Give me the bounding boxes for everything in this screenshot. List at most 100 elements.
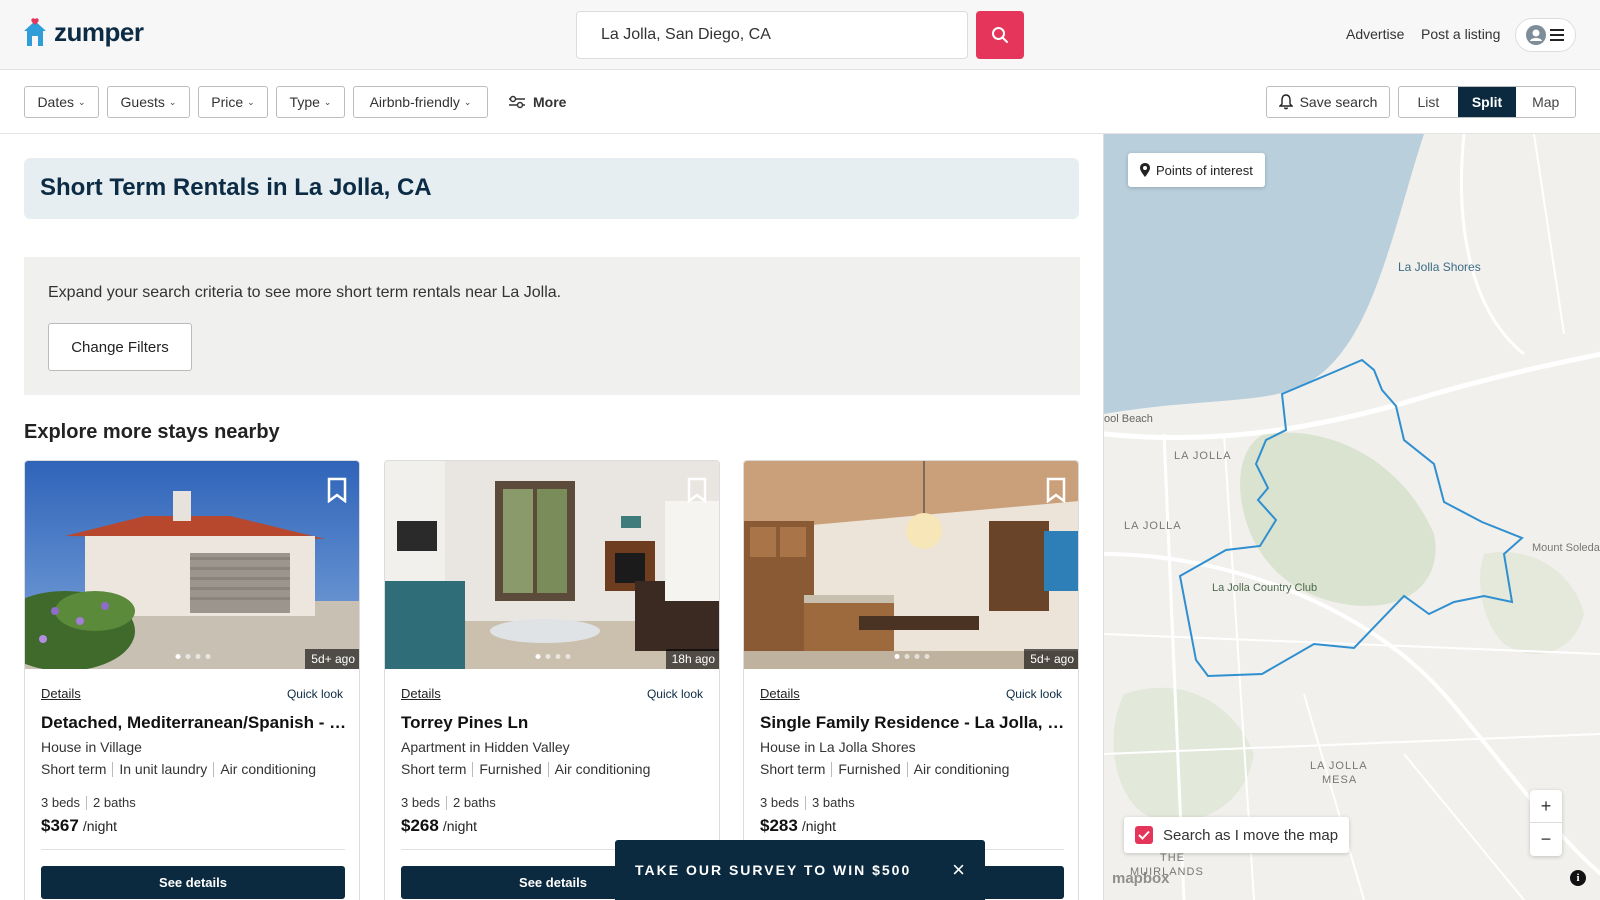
- listing-baths: 2 baths: [86, 796, 142, 810]
- filter-bar: Dates ⌄ Guests ⌄ Price ⌄ Type ⌄ Airbnb-frien…: [0, 70, 1600, 134]
- listing-price-row: $283 /night: [760, 816, 836, 836]
- listing-tag: Air conditioning: [906, 762, 1016, 777]
- listing-subtitle: Apartment in Hidden Valley: [401, 739, 570, 755]
- logo-text: zumper: [54, 17, 144, 47]
- zoom-controls: + −: [1530, 790, 1562, 856]
- listing-title[interactable]: Torrey Pines Ln: [401, 713, 707, 733]
- info-icon[interactable]: i: [1570, 870, 1586, 886]
- listing-age-badge: 5d+ ago: [305, 649, 359, 669]
- quick-look-link[interactable]: Quick look: [287, 687, 343, 701]
- dates-filter[interactable]: Dates ⌄: [24, 86, 99, 118]
- zoom-in-button[interactable]: +: [1530, 790, 1562, 823]
- house-logo-icon: [22, 17, 48, 48]
- points-of-interest-label: Points of interest: [1156, 162, 1253, 178]
- search-as-move-toggle[interactable]: Search as I move the map: [1124, 817, 1350, 853]
- survey-banner[interactable]: TAKE OUR SURVEY TO WIN $500 ×: [615, 840, 985, 900]
- user-menu-button[interactable]: [1515, 18, 1576, 52]
- location-search-box[interactable]: [576, 11, 968, 59]
- listing-price: $268: [401, 816, 439, 835]
- map-label: MESA: [1322, 774, 1358, 786]
- listing-tag: Air conditioning: [213, 762, 322, 777]
- map-label: LA JOLLA: [1310, 760, 1368, 772]
- details-link[interactable]: Details: [401, 686, 441, 701]
- survey-text[interactable]: TAKE OUR SURVEY TO WIN $500: [635, 862, 911, 878]
- airbnb-filter-label: Airbnb-friendly: [369, 94, 460, 110]
- advertise-link[interactable]: Advertise: [1346, 26, 1404, 42]
- listing-card[interactable]: 5d+ ago Details Quick look Detached, Med…: [24, 460, 360, 900]
- top-header: zumper Advertise Post a listing: [0, 0, 1600, 70]
- type-filter[interactable]: Type ⌄: [276, 86, 345, 118]
- details-link[interactable]: Details: [41, 686, 81, 701]
- save-search-label: Save search: [1299, 94, 1378, 110]
- expand-search-text: Expand your search criteria to see more …: [48, 284, 562, 301]
- change-filters-button[interactable]: Change Filters: [48, 323, 192, 371]
- see-details-button[interactable]: See details: [41, 866, 345, 899]
- photo-carousel-dots[interactable]: [175, 654, 211, 659]
- quick-look-link[interactable]: Quick look: [647, 687, 703, 701]
- listing-beds: 3 beds: [401, 795, 441, 810]
- post-listing-link[interactable]: Post a listing: [1421, 26, 1500, 42]
- listing-tags: Short term Furnished Air conditioning: [401, 762, 656, 777]
- listing-photo[interactable]: 18h ago: [385, 461, 719, 669]
- listing-beds-baths: 3 beds 3 baths: [760, 796, 861, 810]
- dates-filter-label: Dates: [37, 94, 75, 110]
- airbnb-friendly-filter[interactable]: Airbnb-friendly ⌄: [353, 86, 488, 118]
- bell-icon: [1278, 94, 1293, 110]
- zumper-logo[interactable]: zumper: [22, 17, 144, 48]
- card-divider: [41, 849, 345, 850]
- map-label: La Jolla Country Club: [1212, 582, 1318, 594]
- map-panel[interactable]: Points of interest La Jolla Shores ool B…: [1103, 134, 1600, 900]
- chevron-down-icon: ⌄: [247, 96, 255, 107]
- details-link[interactable]: Details: [760, 686, 800, 701]
- chevron-down-icon: ⌄: [78, 96, 86, 107]
- price-filter[interactable]: Price ⌄: [198, 86, 268, 118]
- quick-look-link[interactable]: Quick look: [1006, 687, 1062, 701]
- guests-filter-label: Guests: [120, 94, 165, 110]
- listing-card[interactable]: 5d+ ago Details Quick look Single Family…: [743, 460, 1079, 900]
- listing-tag: Short term: [41, 761, 107, 777]
- more-filters-label: More: [533, 94, 567, 110]
- listing-card[interactable]: 18h ago Details Quick look Torrey Pines …: [384, 460, 720, 900]
- listing-title[interactable]: Detached, Mediterranean/Spanish - La Jol…: [41, 713, 347, 733]
- map-pin-icon: [1140, 163, 1150, 177]
- photo-carousel-dots[interactable]: [535, 654, 571, 659]
- zoom-out-button[interactable]: −: [1530, 823, 1562, 856]
- chevron-down-icon: ⌄: [168, 96, 177, 107]
- page-title-box: Short Term Rentals in La Jolla, CA: [24, 158, 1079, 219]
- bookmark-icon[interactable]: [327, 477, 347, 503]
- listing-tag: In unit laundry: [112, 762, 213, 777]
- explore-heading: Explore more stays nearby: [24, 421, 280, 443]
- chevron-down-icon: ⌄: [323, 96, 332, 107]
- bookmark-icon[interactable]: [687, 477, 707, 503]
- mapbox-logo[interactable]: mapbox: [1112, 870, 1170, 887]
- view-map-button[interactable]: Map: [1516, 87, 1575, 117]
- guests-filter[interactable]: Guests ⌄: [107, 86, 190, 118]
- listing-age-badge: 5d+ ago: [1024, 649, 1078, 669]
- listing-price: $367: [41, 816, 79, 835]
- listing-tag: Furnished: [472, 762, 547, 777]
- listing-photo[interactable]: 5d+ ago: [25, 461, 359, 669]
- close-icon[interactable]: ×: [952, 857, 965, 883]
- more-filters-button[interactable]: More: [508, 86, 566, 118]
- sliders-icon: [509, 95, 525, 109]
- search-icon: [992, 27, 1008, 43]
- listing-age-badge: 18h ago: [665, 649, 719, 669]
- bookmark-icon[interactable]: [1046, 477, 1066, 503]
- listing-title[interactable]: Single Family Residence - La Jolla, CA: [760, 713, 1066, 733]
- listing-baths: 3 baths: [805, 796, 861, 810]
- location-search-input[interactable]: [577, 12, 967, 58]
- view-toggle: List Split Map: [1398, 86, 1576, 118]
- view-list-button[interactable]: List: [1399, 87, 1458, 117]
- search-as-move-checkbox[interactable]: [1135, 826, 1153, 844]
- view-split-button[interactable]: Split: [1457, 87, 1517, 117]
- save-search-button[interactable]: Save search: [1266, 86, 1390, 118]
- listing-photo[interactable]: 5d+ ago: [744, 461, 1078, 669]
- photo-carousel-dots[interactable]: [894, 654, 930, 659]
- map-label: La Jolla Shores: [1398, 260, 1481, 274]
- listing-subtitle: House in Village: [41, 739, 142, 755]
- map-label: LA JOLLA: [1124, 520, 1182, 532]
- search-button[interactable]: [976, 11, 1024, 59]
- points-of-interest-button[interactable]: Points of interest: [1128, 153, 1265, 187]
- listing-tags: Short term In unit laundry Air condition…: [41, 762, 322, 777]
- listing-price-row: $268 /night: [401, 816, 477, 836]
